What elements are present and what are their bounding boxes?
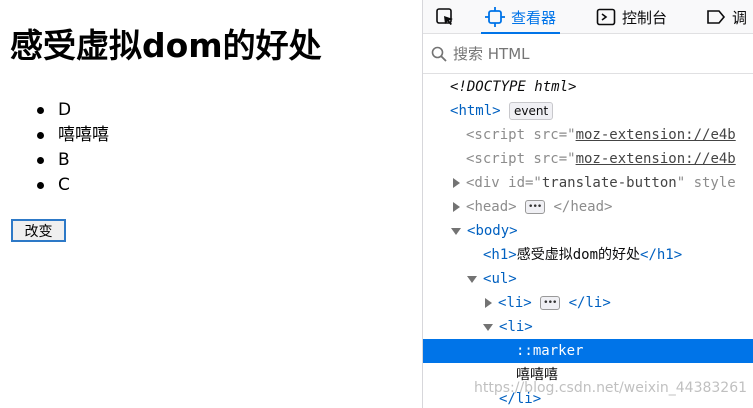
ul-tag-name: ul <box>491 271 509 287</box>
list-item: C <box>37 173 109 198</box>
tree-node-marker[interactable]: ::marker <box>423 339 753 363</box>
li-tag-name: li <box>506 295 524 311</box>
tree-node-script[interactable]: <script src="moz-extension://e4b <box>423 123 753 147</box>
active-tab-indicator <box>481 32 561 34</box>
debugger-icon <box>707 10 726 24</box>
div-id-value: translate-button <box>541 175 677 191</box>
list-item: D <box>37 98 109 123</box>
tab-inspector-label: 查看器 <box>511 8 557 27</box>
head-tag-name: head <box>474 199 509 215</box>
element-picker-button[interactable] <box>435 0 461 34</box>
h1-text: 感受虚拟dom的好处 <box>516 247 641 263</box>
collapsed-content-icon[interactable] <box>525 195 546 219</box>
tree-node-ul[interactable]: <ul> <box>423 267 753 291</box>
tree-node-html[interactable]: <html> event <box>423 99 753 123</box>
web-page: 感受虚拟dom的好处 D 嘻嘻嘻 B C 改变 <box>0 0 422 408</box>
tree-node-head[interactable]: <head> </head> <box>423 195 753 219</box>
tree-node-body[interactable]: <body> <box>423 219 753 243</box>
tab-debugger-label: 调 <box>732 8 748 27</box>
tree-node-li[interactable]: <li> <box>423 315 753 339</box>
script-src-link[interactable]: moz-extension://e4b <box>576 127 736 143</box>
html-search-bar <box>423 35 753 74</box>
page-heading: 感受虚拟dom的好处 <box>10 26 322 65</box>
inspector-icon <box>485 7 505 27</box>
li-close-tag-name: li <box>585 295 603 311</box>
tree-node-li[interactable]: <li> </li> <box>423 291 753 315</box>
collapsed-content-icon[interactable] <box>540 291 561 315</box>
expand-arrow-icon[interactable] <box>485 298 492 308</box>
collapse-arrow-icon[interactable] <box>467 275 477 283</box>
search-icon <box>431 46 447 62</box>
item-list: D 嘻嘻嘻 B C <box>37 98 109 198</box>
expand-arrow-icon[interactable] <box>453 178 460 188</box>
collapse-arrow-icon[interactable] <box>451 227 461 235</box>
devtools-toolbar: 查看器 控制台 调 <box>423 0 753 34</box>
tab-console-label: 控制台 <box>622 8 668 27</box>
tab-debugger[interactable]: 调 <box>706 0 747 34</box>
event-badge[interactable]: event <box>509 102 554 120</box>
head-close-tag-name: head <box>570 199 605 215</box>
expand-arrow-icon[interactable] <box>453 202 460 212</box>
tree-node-doctype[interactable]: <!DOCTYPE html> <box>423 75 753 99</box>
tree-node-script[interactable]: <script src="moz-extension://e4b <box>423 147 753 171</box>
doctype-text: <!DOCTYPE html> <box>450 79 577 95</box>
li-tag-name: li <box>507 319 525 335</box>
search-html-input[interactable] <box>453 45 733 63</box>
markup-tree: <!DOCTYPE html> <html> event <script src… <box>423 75 753 408</box>
tab-inspector[interactable]: 查看器 <box>481 0 561 34</box>
tab-console[interactable]: 控制台 <box>596 0 667 34</box>
script-src-link[interactable]: moz-extension://e4b <box>576 151 736 167</box>
tree-node-div[interactable]: <div id="translate-button" style <box>423 171 753 195</box>
console-icon <box>596 8 616 26</box>
body-tag-name: body <box>475 223 510 239</box>
marker-pseudo-element: ::marker <box>516 343 584 359</box>
list-item: B <box>37 148 109 173</box>
html-tag-name: html <box>458 103 493 119</box>
element-picker-icon <box>436 8 453 25</box>
change-button[interactable]: 改变 <box>11 219 66 242</box>
tree-node-h1[interactable]: <h1>感受虚拟dom的好处</h1> <box>423 243 753 267</box>
devtools-panel: 查看器 控制台 调 <!DOCTYPE html> <html <box>422 0 753 408</box>
div-style-attr: style <box>693 175 736 191</box>
watermark-text: https://blog.csdn.net/weixin_44383261 <box>474 380 748 396</box>
list-item: 嘻嘻嘻 <box>37 123 109 148</box>
collapse-arrow-icon[interactable] <box>483 323 493 331</box>
